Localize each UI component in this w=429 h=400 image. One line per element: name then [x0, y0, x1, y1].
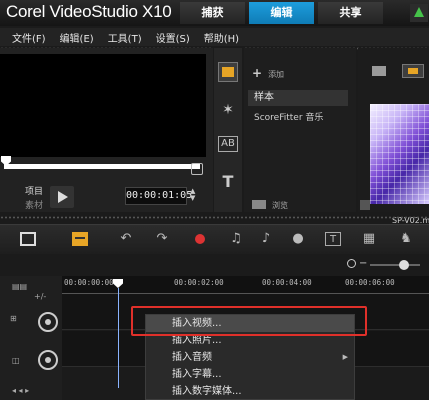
zoom-slider[interactable] [370, 264, 420, 266]
library-folder-list: + 添加 样本 ScoreFitter 音乐 浏览 [244, 48, 356, 212]
timecode-display[interactable]: 00:00:01:05 [125, 187, 192, 205]
resize-clip-icon[interactable] [191, 163, 203, 175]
play-button[interactable] [50, 186, 74, 208]
menu-help[interactable]: 帮助(H) [204, 30, 239, 45]
video-track-reel-icon [38, 312, 58, 332]
mode-clip-label[interactable]: 素材 [25, 198, 43, 211]
mode-project-label[interactable]: 项目 [25, 184, 43, 197]
zoom-magnifier-icon[interactable] [347, 259, 356, 268]
playhead-line [118, 288, 119, 388]
text-t-icon[interactable]: T [218, 172, 238, 192]
storyboard-view-icon[interactable] [72, 232, 88, 246]
submenu-arrow-icon: ▶ [342, 353, 348, 361]
menu-insert-digital-media[interactable]: 插入数字媒体... [146, 383, 354, 400]
menu-edit[interactable]: 编辑(E) [60, 30, 94, 45]
thumbnail-pattern [370, 104, 429, 204]
menu-insert-subtitle[interactable]: 插入字幕... [146, 366, 354, 383]
undo-icon[interactable]: ↶ [118, 232, 134, 246]
add-track-icon[interactable]: +/- [34, 292, 46, 301]
record-capture-icon[interactable] [195, 234, 205, 244]
workspace-tabs: 捕获 编辑 共享 [180, 2, 387, 26]
menu-insert-audio-label: 插入音频 [172, 352, 212, 363]
title-ab-icon[interactable]: AB [218, 136, 238, 152]
zoom-out-icon[interactable]: − [359, 258, 367, 269]
menu-tools[interactable]: 工具(T) [108, 30, 142, 45]
menu-bar: 文件(F) 编辑(E) 工具(T) 设置(S) 帮助(H) [0, 28, 429, 46]
menu-insert-audio[interactable]: 插入音频 ▶ [146, 349, 354, 366]
app-logo: Corel VideoStudio X10 [6, 2, 172, 21]
folder-item-scorefitter[interactable]: ScoreFitter 音乐 [254, 110, 323, 123]
browse-icon [252, 200, 266, 209]
show-video-icon[interactable] [402, 64, 424, 78]
speed-icon[interactable]: ♞ [398, 232, 414, 246]
scroll-tracks-icon[interactable]: ◂ ◂ ▸ [12, 386, 29, 395]
menu-file[interactable]: 文件(F) [12, 30, 46, 45]
panel-grip [0, 216, 429, 219]
tab-share[interactable]: 共享 [318, 2, 383, 24]
title-bar: Corel VideoStudio X10 捕获 编辑 共享 [0, 0, 429, 26]
track-headers: ▤▤ +/- ⊞ ◫ ◂ ◂ ▸ [0, 276, 62, 400]
ruler-tick: 00:00:00:00 [64, 278, 114, 287]
preview-window [0, 54, 206, 157]
overlay-track-reel-icon [38, 350, 58, 370]
player-panel: 项目 素材 00:00:01:05 ▲ ▼ [0, 48, 213, 212]
menu-settings[interactable]: 设置(S) [156, 30, 190, 45]
zoom-slider-knob[interactable] [399, 260, 409, 270]
timeline-toolbar: ↶ ↷ ♫ ♪ ● T ▦ ♞ [0, 224, 429, 254]
browse-label: 浏览 [272, 201, 288, 210]
add-label: 添加 [268, 70, 285, 79]
zoom-control: − [0, 256, 429, 274]
sound-mixer-icon[interactable]: ♫ [228, 232, 244, 246]
folder-item-samples[interactable]: 样本 [248, 90, 348, 106]
highlight-annotation-box [131, 306, 367, 336]
media-library-icon[interactable] [218, 62, 238, 82]
timecode-stepper[interactable]: ▲ ▼ [190, 188, 195, 202]
ruler-tick: 00:00:02:00 [174, 278, 224, 287]
library-category-bar: ✶ AB T [214, 48, 242, 212]
timeline-view-icon[interactable] [20, 232, 36, 246]
scrubber-bar[interactable] [4, 164, 200, 169]
redo-icon[interactable]: ↷ [154, 232, 170, 246]
folder-icon[interactable] [372, 66, 386, 76]
motion-tracking-icon[interactable]: ● [290, 232, 306, 246]
subtitle-editor-icon[interactable]: T [325, 232, 341, 246]
ruler-tick: 00:00:06:00 [345, 278, 395, 287]
add-folder-button[interactable]: + 添加 [252, 66, 284, 80]
library-thumbnail-grid: SP-V02.m... [358, 48, 429, 225]
plus-icon: + [252, 66, 263, 80]
auto-music-icon[interactable]: ♪ [258, 232, 274, 246]
browse-button[interactable]: 浏览 [252, 200, 288, 211]
overlay-track-toggle-icon[interactable]: ◫ [12, 356, 20, 365]
scroll-left-icon[interactable] [360, 200, 370, 210]
transition-icon[interactable]: ✶ [218, 100, 238, 120]
ruler-tick: 00:00:04:00 [262, 278, 312, 287]
upload-arrow-icon[interactable] [410, 4, 428, 22]
track-manager-icon[interactable]: ▤▤ [12, 282, 27, 291]
video-track-toggle-icon[interactable]: ⊞ [10, 314, 17, 323]
multi-camera-icon[interactable]: ▦ [361, 232, 377, 246]
tab-edit[interactable]: 编辑 [249, 2, 314, 24]
tab-capture[interactable]: 捕获 [180, 2, 245, 24]
